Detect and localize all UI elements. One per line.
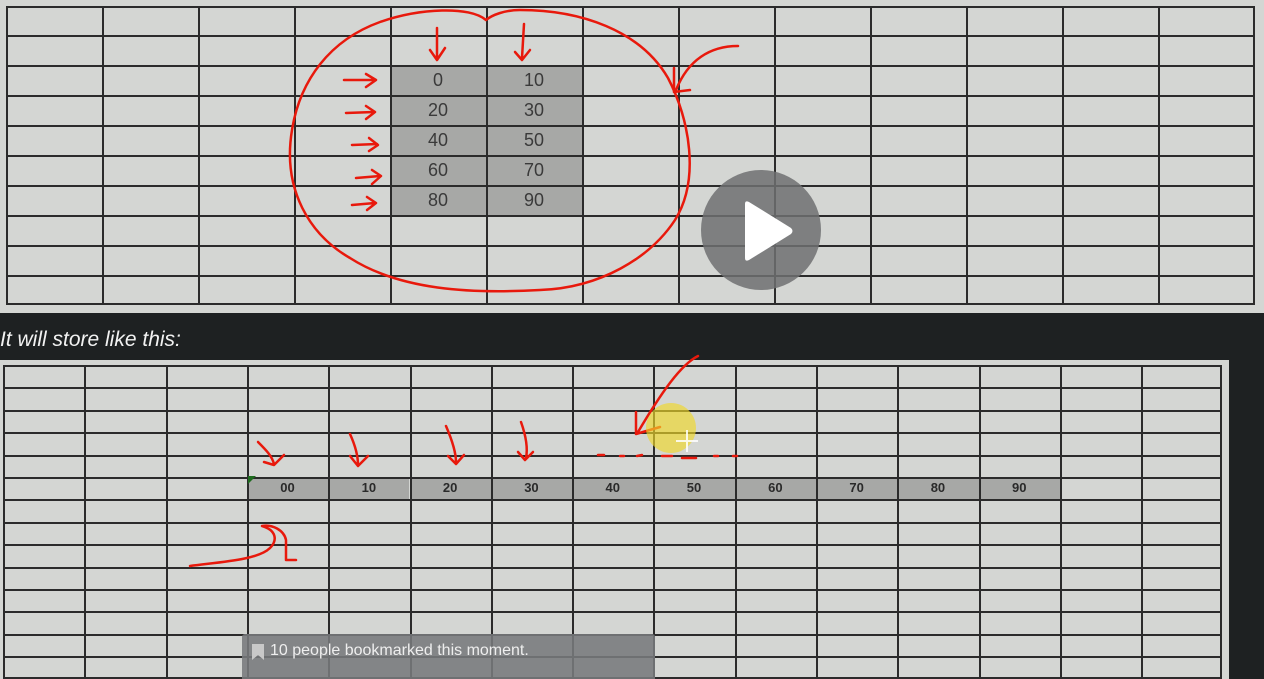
cell-value: 20 bbox=[427, 100, 449, 120]
grid-line bbox=[6, 185, 1255, 187]
grid-line bbox=[6, 125, 1255, 127]
top-spreadsheet: 0 10 20 30 40 50 60 70 80 90 bbox=[0, 0, 1264, 313]
bottom-grid: 00 10 20 30 40 50 60 70 80 90 bbox=[3, 365, 1222, 679]
grid-line bbox=[3, 567, 1222, 569]
grid-line bbox=[6, 275, 1255, 277]
cell-value: 90 bbox=[1012, 480, 1027, 495]
cell-value: 40 bbox=[427, 130, 449, 150]
grid-line bbox=[3, 499, 1222, 501]
grid-line bbox=[3, 611, 1222, 613]
grid-line bbox=[3, 589, 1222, 591]
grid-line bbox=[3, 432, 1222, 434]
cell-value: 0 bbox=[432, 70, 443, 90]
grid-line bbox=[3, 387, 1222, 389]
bottom-spreadsheet: 00 10 20 30 40 50 60 70 80 90 bbox=[0, 360, 1229, 679]
grid-line bbox=[3, 365, 1222, 367]
cell-value: 90 bbox=[523, 190, 545, 210]
grid-line bbox=[6, 303, 1255, 305]
play-button[interactable] bbox=[701, 170, 821, 290]
play-icon bbox=[745, 201, 793, 261]
grid-line bbox=[3, 410, 1222, 412]
grid-line bbox=[6, 65, 1255, 67]
bookmark-notice[interactable]: 10 people bookmarked this moment. bbox=[242, 634, 655, 679]
grid-line bbox=[6, 245, 1255, 247]
cell-value: 10 bbox=[361, 480, 377, 495]
cell-value: 70 bbox=[523, 160, 545, 180]
caption-text: It will store like this: bbox=[0, 328, 181, 351]
grid-line bbox=[6, 35, 1255, 37]
cell-value: 80 bbox=[427, 190, 449, 210]
cell-value: 80 bbox=[930, 480, 946, 495]
grid-line bbox=[6, 95, 1255, 97]
cell-value: 00 bbox=[280, 480, 295, 495]
grid-line bbox=[3, 544, 1222, 546]
grid-line bbox=[3, 522, 1222, 524]
bookmark-text: 10 people bookmarked this moment. bbox=[270, 642, 529, 659]
cell-value: 20 bbox=[442, 480, 458, 495]
grid-line bbox=[3, 477, 1222, 479]
grid-line bbox=[6, 155, 1255, 157]
cell-value: 30 bbox=[524, 480, 539, 495]
cell-value: 50 bbox=[523, 130, 545, 150]
cell-value: 40 bbox=[605, 480, 620, 495]
crosshair-cursor-icon bbox=[676, 430, 698, 452]
cell-value: 10 bbox=[523, 70, 545, 90]
cell-value: 60 bbox=[768, 480, 783, 495]
cell-value: 70 bbox=[849, 480, 864, 495]
top-grid: 0 10 20 30 40 50 60 70 80 90 bbox=[6, 6, 1255, 305]
bookmark-icon bbox=[252, 644, 264, 660]
grid-line bbox=[3, 455, 1222, 457]
grid-line bbox=[6, 6, 1255, 8]
grid-line bbox=[6, 215, 1255, 217]
cell-value: 30 bbox=[523, 100, 545, 120]
cell-value: 60 bbox=[427, 160, 449, 180]
cell-value: 50 bbox=[686, 480, 702, 495]
